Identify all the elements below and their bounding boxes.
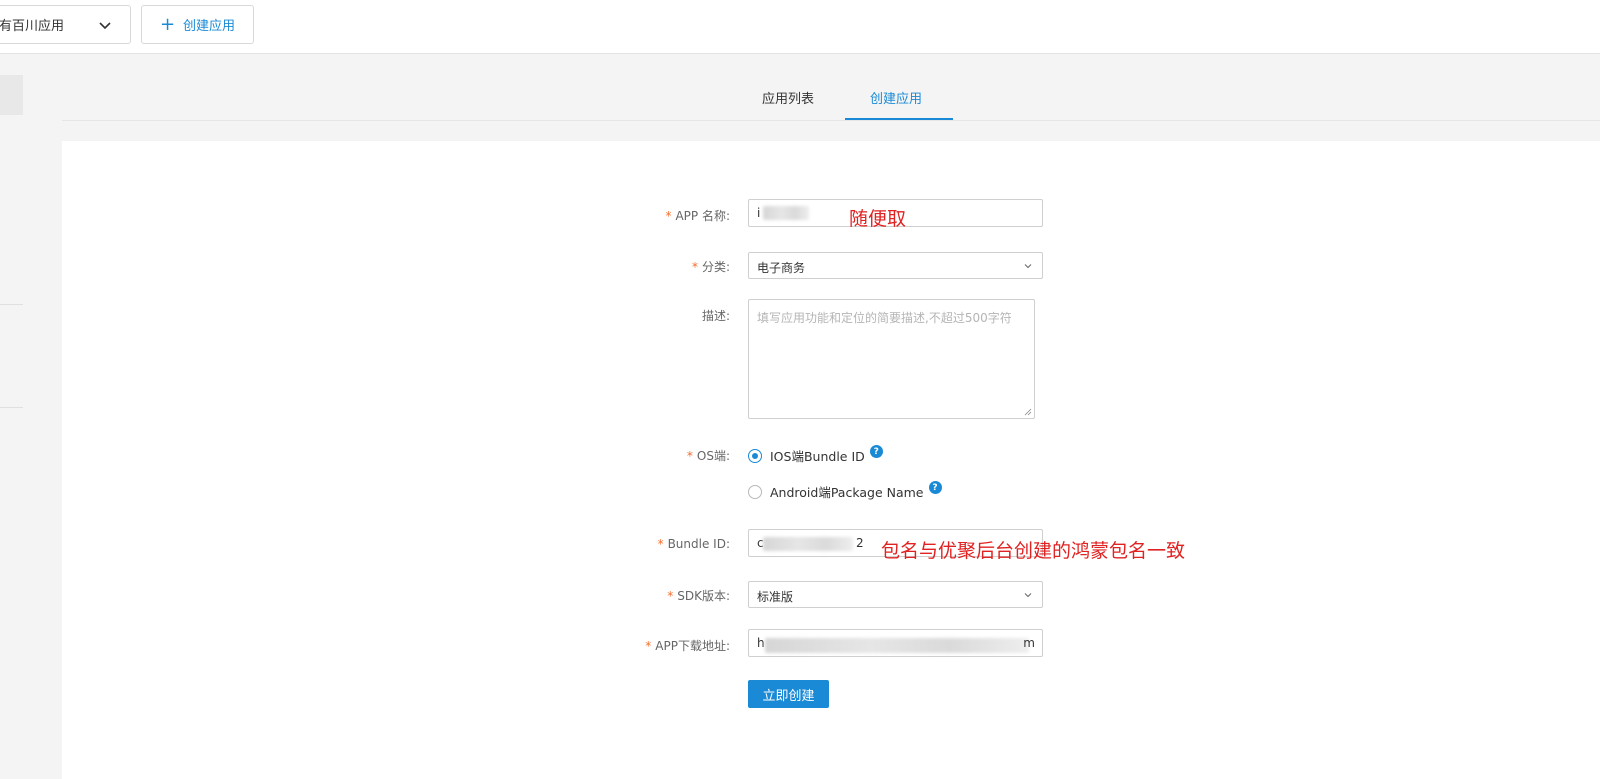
redacted-text [765,638,1029,653]
tab-bar: 应用列表 创建应用 [62,54,1600,121]
redacted-text [763,206,809,220]
top-bar: 有百川应用 + 创建应用 [0,0,1600,54]
chevron-down-icon [1024,593,1032,598]
bundle-id-annotation: 包名与优聚后台创建的鸿蒙包名一致 [881,540,1186,562]
download-url-label: * APP下载地址: [645,639,730,653]
bundle-id-value-end: 2 [856,536,864,550]
plus-icon: + [159,13,176,35]
submit-create-button[interactable]: 立即创建 [748,680,829,708]
download-url-value-end: m [1023,636,1035,650]
sidebar-divider [0,304,23,305]
radio-unselected[interactable] [748,484,762,499]
chevron-down-icon [99,22,111,30]
category-select[interactable]: 电子商务 [748,252,1043,279]
os-option-ios-label: IOS端Bundle ID [770,449,865,464]
os-option-ios[interactable]: IOS端Bundle ID ? [748,445,883,465]
sdk-version-value: 标准版 [757,590,794,604]
app-select-value: 有百川应用 [0,19,65,34]
os-label: * OS端: [686,449,730,463]
help-icon[interactable]: ? [869,445,883,458]
redacted-text [763,537,853,551]
sidebar [0,54,62,779]
help-icon[interactable]: ? [928,481,942,494]
category-value: 电子商务 [757,261,806,275]
tab-app-list[interactable]: 应用列表 [762,88,814,107]
app-name-label: * APP 名称: [665,209,730,223]
resize-handle-icon[interactable] [1024,408,1032,416]
os-option-android-label: Android端Package Name [770,485,924,500]
description-label: 描述: [701,309,730,323]
sidebar-item-active[interactable] [0,75,23,115]
app-select-dropdown[interactable]: 有百川应用 [0,5,131,44]
description-placeholder: 填写应用功能和定位的简要描述,不超过500字符 [757,311,1012,325]
app-name-value: i [757,206,761,220]
os-option-android[interactable]: Android端Package Name ? [748,481,942,501]
category-label: * 分类: [691,260,730,274]
sdk-version-label: * SDK版本: [667,589,730,603]
description-textarea[interactable]: 填写应用功能和定位的简要描述,不超过500字符 [748,299,1035,419]
download-url-value: h [757,636,765,650]
download-url-input[interactable]: h m [748,629,1043,657]
radio-selected[interactable] [748,448,762,463]
create-app-button[interactable]: + 创建应用 [141,5,254,44]
bundle-id-label: * Bundle ID: [657,537,730,551]
sdk-version-select[interactable]: 标准版 [748,581,1043,608]
app-name-annotation: 随便取 [849,208,907,230]
active-tab-indicator [845,118,953,120]
sidebar-divider [0,407,23,408]
create-app-label: 创建应用 [183,19,236,34]
tab-create-app[interactable]: 创建应用 [870,88,922,107]
chevron-down-icon [1024,264,1032,269]
